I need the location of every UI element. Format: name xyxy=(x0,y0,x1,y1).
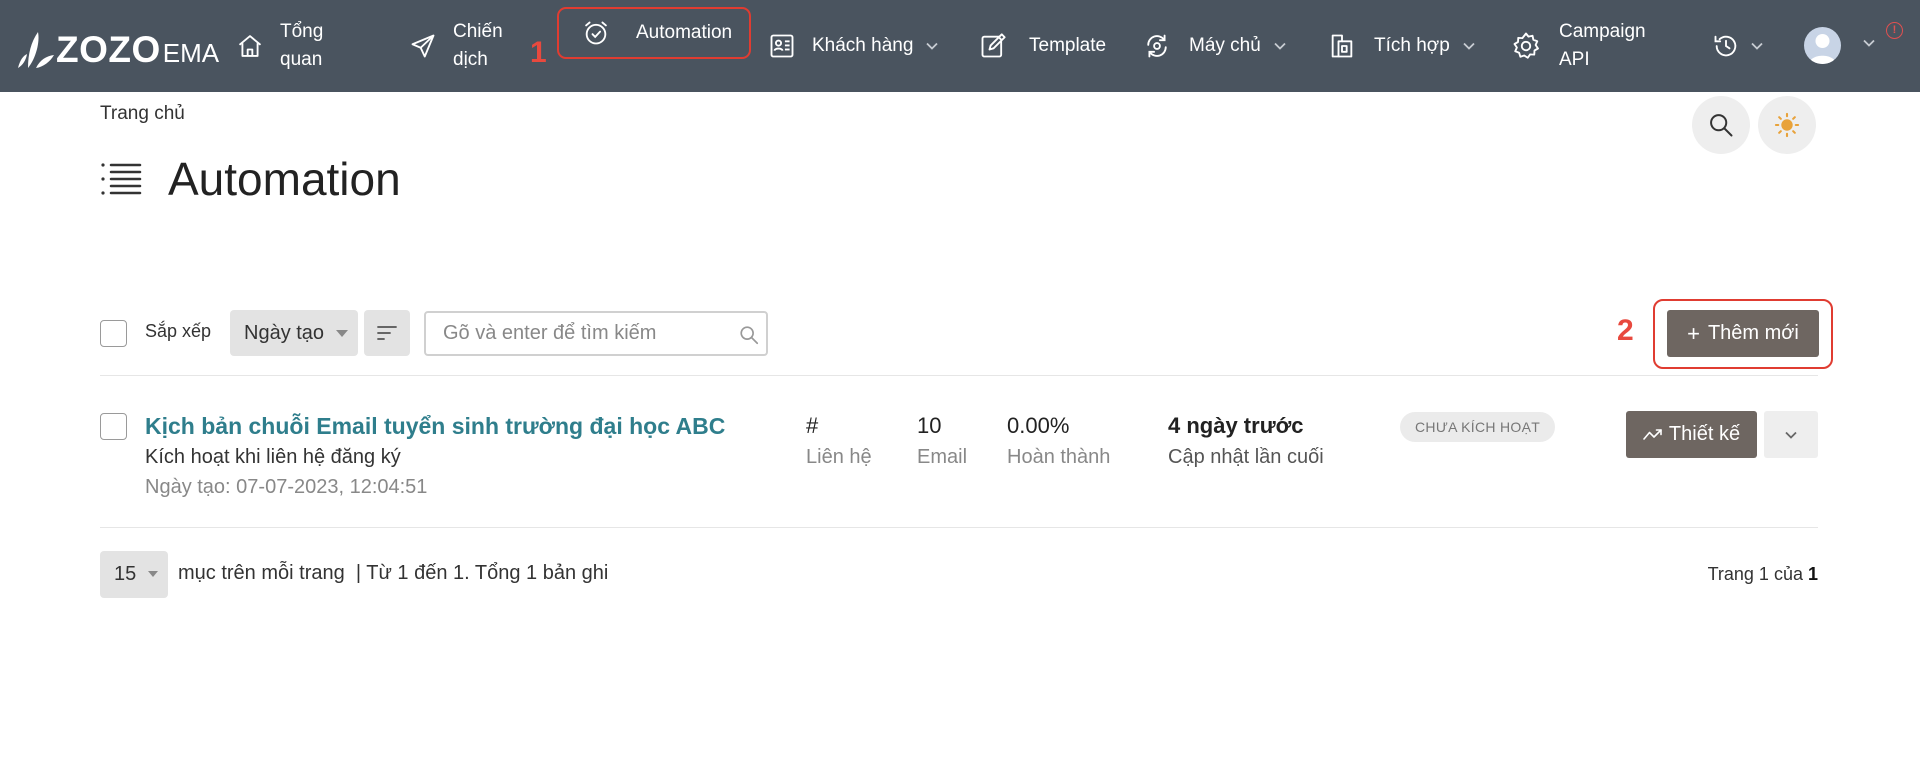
sort-descending-icon xyxy=(377,326,397,340)
divider xyxy=(100,527,1818,528)
sort-direction-button[interactable] xyxy=(364,310,410,356)
search-icon[interactable] xyxy=(738,324,760,346)
nav-label-line1: Chiến xyxy=(453,21,503,42)
sort-field-select[interactable]: Ngày tạo xyxy=(230,310,358,356)
design-label: Thiết kế xyxy=(1668,423,1741,445)
notification-alert-icon[interactable]: ! xyxy=(1886,22,1903,39)
paper-plane-icon xyxy=(411,34,435,58)
annotation-number-2: 2 xyxy=(1617,314,1634,347)
nav-label: Tích hợp xyxy=(1374,35,1450,56)
brand-suffix: EMA xyxy=(162,38,220,68)
nav-label-line2: dịch xyxy=(453,49,488,70)
edit-icon xyxy=(981,33,1006,58)
page-prefix: Trang 1 của xyxy=(1707,564,1803,584)
stat-completion: 0.00% Hoàn thành xyxy=(1007,413,1110,470)
row-actions-dropdown[interactable] xyxy=(1764,411,1818,458)
nav-label-line1: Tổng xyxy=(280,21,324,42)
chevron-down-icon xyxy=(1463,42,1475,50)
stat-label: Email xyxy=(917,446,968,468)
nav-label: Template xyxy=(1029,35,1107,56)
stat-value: 4 ngày trước xyxy=(1168,413,1304,438)
search-button[interactable] xyxy=(1692,96,1750,154)
user-avatar[interactable] xyxy=(1804,27,1841,64)
search-icon xyxy=(1710,114,1733,137)
page-indicator: Trang 1 của 1 xyxy=(1708,564,1818,585)
caret-down-icon xyxy=(148,571,158,577)
page-header: Automation xyxy=(100,152,401,206)
per-page-value: 15 xyxy=(114,563,137,585)
nav-item-automation[interactable]: Automation xyxy=(557,7,751,59)
chevron-down-icon xyxy=(926,42,939,50)
stat-label: Cập nhật lần cuối xyxy=(1168,446,1324,468)
pagination-summary: mục trên mỗi trang | Từ 1 đến 1. Tổng 1 … xyxy=(178,562,609,584)
stat-label: Hoàn thành xyxy=(1007,446,1111,468)
nav-item-overview[interactable]: Tổng quan xyxy=(236,0,323,92)
row-checkbox[interactable] xyxy=(100,413,127,440)
nav-label-line2: API xyxy=(1559,49,1590,70)
stat-value: 10 xyxy=(917,413,942,438)
divider xyxy=(100,375,1818,376)
search-field xyxy=(424,311,768,356)
search-input[interactable] xyxy=(443,313,733,354)
automation-created-date: Ngày tạo: 07-07-2023, 12:04:51 xyxy=(145,476,428,498)
automation-title-link[interactable]: Kịch bản chuỗi Email tuyển sinh trường đ… xyxy=(145,413,725,440)
stat-emails: 10 Email xyxy=(917,413,967,470)
brand-name: ZOZO xyxy=(56,29,161,70)
history-icon xyxy=(1714,35,1737,57)
add-new-label: Thêm mới xyxy=(1707,322,1799,344)
select-all-checkbox[interactable] xyxy=(100,320,127,347)
nav-item-servers[interactable]: Máy chủ xyxy=(1143,0,1287,92)
page-title: Automation xyxy=(168,153,401,205)
automation-trigger: Kích hoạt khi liên hệ đăng ký xyxy=(145,446,401,468)
nav-item-campaign-api[interactable]: Campaign API xyxy=(1511,0,1646,92)
stat-contacts: # Liên hệ xyxy=(806,413,872,470)
stat-value: # xyxy=(806,413,819,438)
sort-field-value: Ngày tạo xyxy=(244,322,325,344)
chevron-down-icon xyxy=(1274,42,1286,50)
nav-item-template[interactable]: Template xyxy=(979,0,1106,92)
nav-label: Máy chủ xyxy=(1189,35,1261,56)
history-button[interactable] xyxy=(1712,0,1764,92)
home-icon xyxy=(238,35,262,57)
chevron-down-icon xyxy=(1751,42,1763,50)
top-navigation-bar: ZOZO EMA Tổng quan Chiến dịch 1 Automati… xyxy=(0,0,1920,92)
trend-icon xyxy=(1643,428,1662,440)
annotation-number-1: 1 xyxy=(530,36,547,69)
nav-label-line1: Campaign xyxy=(1559,21,1646,42)
alarm-clock-icon xyxy=(585,21,607,45)
sun-icon xyxy=(1774,112,1800,138)
nav-item-customers[interactable]: Khách hàng xyxy=(768,0,939,92)
integration-icon xyxy=(1331,34,1353,58)
gear-icon xyxy=(1513,32,1539,59)
theme-toggle-button[interactable] xyxy=(1758,96,1816,154)
chevron-down-icon[interactable] xyxy=(1862,38,1876,48)
add-new-button[interactable]: + Thêm mới xyxy=(1667,310,1819,357)
nav-label: Khách hàng xyxy=(812,35,914,56)
nav-label: Automation xyxy=(636,22,733,43)
contacts-icon xyxy=(770,34,794,58)
leaf-logo-icon xyxy=(18,32,54,68)
chevron-down-icon xyxy=(1785,431,1797,439)
stat-label: Liên hệ xyxy=(806,446,872,468)
plus-icon: + xyxy=(1687,320,1700,346)
nav-label-line2: quan xyxy=(280,49,323,70)
stat-value: 0.00% xyxy=(1007,413,1070,438)
status-badge: CHƯA KÍCH HOẠT xyxy=(1400,412,1556,442)
brand-logo[interactable]: ZOZO EMA xyxy=(14,24,219,70)
list-menu-icon[interactable] xyxy=(100,161,142,197)
design-button[interactable]: Thiết kế xyxy=(1626,411,1757,458)
total-pages: 1 xyxy=(1807,564,1818,584)
sort-label: Sắp xếp xyxy=(145,321,212,341)
stat-last-updated: 4 ngày trước Cập nhật lần cuối xyxy=(1168,413,1324,470)
per-page-select[interactable]: 15 xyxy=(100,551,168,598)
breadcrumb[interactable]: Trang chủ xyxy=(100,103,185,125)
caret-down-icon xyxy=(336,330,348,337)
nav-item-campaigns[interactable]: Chiến dịch xyxy=(409,0,503,92)
sync-server-icon xyxy=(1147,34,1167,58)
user-icon xyxy=(1809,34,1836,64)
nav-item-integrations[interactable]: Tích hợp xyxy=(1328,0,1476,92)
